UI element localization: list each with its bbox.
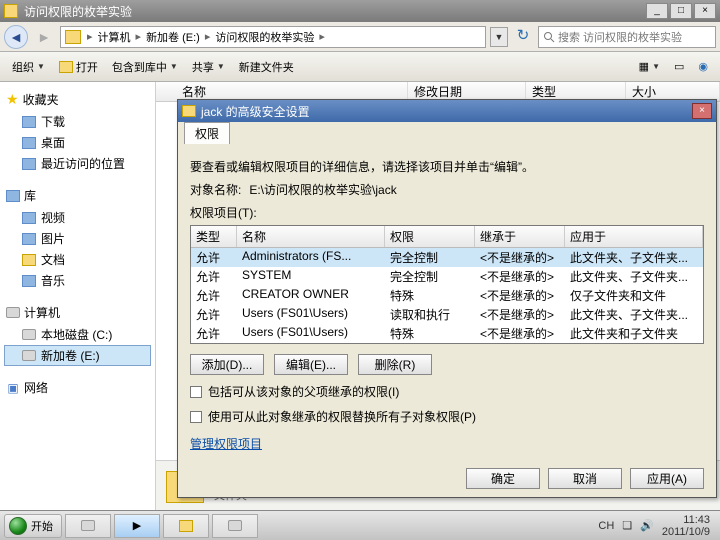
explorer-titlebar: 访问权限的枚举实验 _ □ × (0, 0, 720, 22)
nav-pane: ★收藏夹 下载 桌面 最近访问的位置 库 视频 图片 文档 音乐 计算机 本地磁… (0, 82, 156, 512)
refresh-button[interactable]: ↻ (512, 26, 534, 48)
start-button[interactable]: 开始 (4, 514, 62, 538)
maximize-button[interactable]: □ (670, 3, 692, 19)
remove-button[interactable]: 删除(R) (358, 354, 432, 375)
edit-button[interactable]: 编辑(E)... (274, 354, 348, 375)
computer-header[interactable]: 计算机 (4, 301, 151, 324)
windows-orb-icon (9, 517, 27, 535)
hdr-name[interactable]: 名称 (237, 226, 385, 247)
close-button[interactable]: × (694, 3, 716, 19)
star-icon: ★ (6, 91, 19, 108)
perm-row[interactable]: 允许Administrators (FS...完全控制<不是继承的>此文件夹、子… (191, 248, 703, 267)
object-name-label: 对象名称: (190, 181, 241, 198)
manage-permissions-link[interactable]: 管理权限项目 (190, 435, 262, 452)
folder-icon (4, 4, 18, 18)
object-name-value: E:\访问权限的枚举实验\jack (249, 181, 396, 198)
perm-row[interactable]: 允许Users (FS01\Users)读取和执行<不是继承的>此文件夹、子文件… (191, 305, 703, 324)
cancel-button[interactable]: 取消 (548, 468, 622, 489)
crumb-drive[interactable]: 新加卷 (E:) (143, 29, 203, 45)
crumb-folder[interactable]: 访问权限的枚举实验 (212, 29, 317, 45)
replace-checkbox[interactable] (190, 411, 202, 423)
folder-icon (65, 30, 81, 44)
perm-row[interactable]: 允许CREATOR OWNER特殊<不是继承的>仅子文件夹和文件 (191, 286, 703, 305)
back-button[interactable]: ◄ (4, 25, 28, 49)
minimize-button[interactable]: _ (646, 3, 668, 19)
dialog-titlebar[interactable]: jack 的高级安全设置 × (178, 100, 716, 122)
organize-menu[interactable]: 组织▼ (8, 57, 49, 77)
search-placeholder: 搜索 访问权限的枚举实验 (558, 29, 682, 45)
tab-permissions[interactable]: 权限 (184, 122, 230, 144)
replace-label: 使用可从此对象继承的权限替换所有子对象权限(P) (208, 408, 476, 425)
taskbar-item[interactable]: ▶ (114, 514, 160, 538)
search-input[interactable]: 搜索 访问权限的枚举实验 (538, 26, 716, 48)
search-icon (543, 31, 555, 43)
forward-button: ► (32, 25, 56, 49)
dialog-intro: 要查看或编辑权限项目的详细信息，请选择该项目并单击“编辑”。 (190, 158, 704, 175)
lang-indicator[interactable]: CH (598, 520, 614, 532)
permission-list[interactable]: 类型 名称 权限 继承于 应用于 允许Administrators (FS...… (190, 225, 704, 344)
dialog-close-button[interactable]: × (692, 103, 712, 119)
sidebar-item-downloads[interactable]: 下载 (4, 111, 151, 132)
network-header[interactable]: ▣网络 (4, 376, 151, 399)
dialog-title: jack 的高级安全设置 (201, 103, 310, 120)
sidebar-item-documents[interactable]: 文档 (4, 249, 151, 270)
sidebar-item-videos[interactable]: 视频 (4, 207, 151, 228)
favorites-header[interactable]: ★收藏夹 (4, 88, 151, 111)
inherit-checkbox[interactable] (190, 386, 202, 398)
command-bar: 组织▼ 打开 包含到库中▼ 共享▼ 新建文件夹 ▦ ▼ ▭ ◉ (0, 52, 720, 82)
hdr-type[interactable]: 类型 (191, 226, 237, 247)
ok-button[interactable]: 确定 (466, 468, 540, 489)
sidebar-item-music[interactable]: 音乐 (4, 270, 151, 291)
libraries-header[interactable]: 库 (4, 184, 151, 207)
taskbar-item[interactable] (212, 514, 258, 538)
perm-row[interactable]: 允许Users (FS01\Users)特殊<不是继承的>此文件夹和子文件夹 (191, 324, 703, 343)
sidebar-item-drive-e[interactable]: 新加卷 (E:) (4, 345, 151, 366)
help-button[interactable]: ◉ (694, 58, 712, 75)
sidebar-item-desktop[interactable]: 桌面 (4, 132, 151, 153)
folder-icon (182, 105, 196, 117)
inherit-label: 包括可从该对象的父项继承的权限(I) (208, 383, 399, 400)
newfolder-button[interactable]: 新建文件夹 (235, 57, 298, 77)
hdr-inherit[interactable]: 继承于 (475, 226, 565, 247)
sidebar-item-pictures[interactable]: 图片 (4, 228, 151, 249)
taskbar: 开始 ▶ CH ❏ 🔊 11:43 2011/10/9 (0, 510, 720, 540)
network-icon: ▣ (6, 382, 20, 394)
window-title: 访问权限的枚举实验 (24, 3, 646, 20)
advanced-security-dialog: jack 的高级安全设置 × 权限 要查看或编辑权限项目的详细信息，请选择该项目… (177, 99, 717, 498)
view-button[interactable]: ▦ ▼ (635, 58, 664, 75)
include-menu[interactable]: 包含到库中▼ (108, 57, 182, 77)
perm-row[interactable]: 允许SYSTEM完全控制<不是继承的>此文件夹、子文件夹... (191, 267, 703, 286)
perm-list-label: 权限项目(T): (190, 204, 704, 221)
sidebar-item-recent[interactable]: 最近访问的位置 (4, 153, 151, 174)
nav-bar: ◄ ► ▸ 计算机 ▸ 新加卷 (E:) ▸ 访问权限的枚举实验 ▸ ▼ ↻ 搜… (0, 22, 720, 52)
crumb-computer[interactable]: 计算机 (95, 29, 134, 45)
address-bar[interactable]: ▸ 计算机 ▸ 新加卷 (E:) ▸ 访问权限的枚举实验 ▸ (60, 26, 486, 48)
add-button[interactable]: 添加(D)... (190, 354, 264, 375)
apply-button[interactable]: 应用(A) (630, 468, 704, 489)
taskbar-item[interactable] (65, 514, 111, 538)
taskbar-item-explorer[interactable] (163, 514, 209, 538)
open-button[interactable]: 打开 (55, 57, 102, 77)
hdr-apply[interactable]: 应用于 (565, 226, 703, 247)
clock[interactable]: 11:43 2011/10/9 (662, 514, 710, 538)
tray-icon[interactable]: 🔊 (640, 519, 654, 532)
tray-icon[interactable]: ❏ (622, 519, 632, 532)
preview-button[interactable]: ▭ (670, 58, 688, 75)
system-tray[interactable]: CH ❏ 🔊 11:43 2011/10/9 (598, 514, 716, 538)
hdr-perm[interactable]: 权限 (385, 226, 475, 247)
address-dropdown[interactable]: ▼ (490, 27, 508, 47)
sidebar-item-drive-c[interactable]: 本地磁盘 (C:) (4, 324, 151, 345)
share-menu[interactable]: 共享▼ (188, 57, 229, 77)
